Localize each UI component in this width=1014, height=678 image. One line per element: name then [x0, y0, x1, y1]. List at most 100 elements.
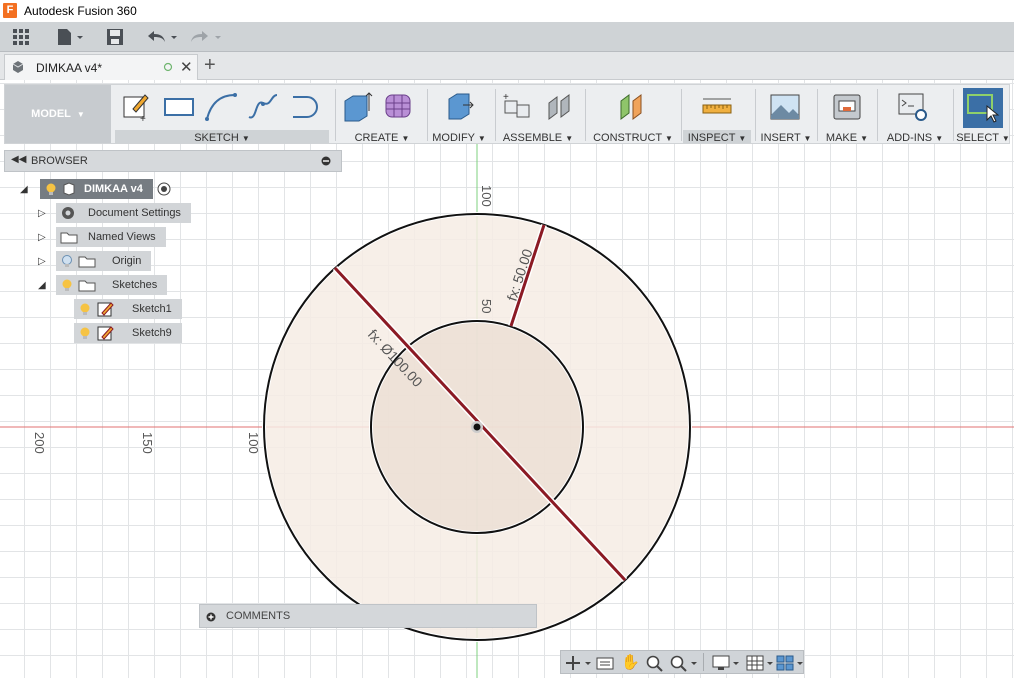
slot-icon[interactable] [289, 91, 321, 123]
window-title: Autodesk Fusion 360 [24, 4, 137, 18]
insert-image-icon[interactable] [769, 91, 801, 123]
lightbulb-icon[interactable] [78, 326, 94, 340]
ribbon-toolbar: MODEL ▼ + SKETCH ▼ CREATE ▼ MODIFY ▼ + A… [4, 84, 1010, 144]
chevron-down-icon: ▼ [860, 134, 869, 143]
form-icon[interactable] [383, 91, 415, 123]
sketch-group-label[interactable]: SKETCH [194, 132, 239, 144]
tree-item[interactable]: ▷ Document Settings [38, 203, 191, 223]
spline-icon[interactable] [247, 91, 279, 123]
sketch-icon [97, 326, 114, 341]
redo-icon[interactable] [188, 26, 224, 48]
press-pull-icon[interactable] [443, 91, 475, 123]
inspect-group-label[interactable]: INSPECT [688, 132, 735, 144]
lightbulb-icon[interactable] [78, 302, 94, 316]
file-menu-button[interactable] [54, 26, 86, 48]
tree-item-label: Named Views [78, 227, 166, 247]
expand-comments-icon[interactable] [206, 612, 216, 622]
expand-triangle-icon[interactable]: ◢ [38, 280, 52, 291]
workspace-switcher[interactable]: MODEL ▼ [5, 85, 111, 143]
new-tab-icon[interactable]: + [204, 54, 216, 77]
tree-item-label: Sketch1 [118, 299, 182, 319]
chevron-down-icon: ▼ [738, 134, 747, 143]
ruler-label-left: 200 [32, 432, 47, 454]
add-ins-group-label[interactable]: ADD-INS [887, 132, 932, 144]
modify-group: MODIFY ▼ [429, 85, 489, 144]
gear-icon [62, 207, 74, 219]
sketch-icon [97, 302, 114, 317]
display-settings-icon[interactable] [711, 654, 741, 672]
extrude-icon[interactable] [341, 91, 373, 123]
rectangle-icon[interactable] [163, 91, 195, 123]
svg-text:+: + [140, 114, 146, 123]
folder-icon [60, 232, 78, 244]
tree-item-label: Sketch9 [118, 323, 182, 343]
pan-hand-icon[interactable]: ✋ [621, 653, 640, 671]
ruler-label-top: 100 [479, 185, 494, 207]
measure-icon[interactable] [701, 91, 733, 123]
lightbulb-icon[interactable] [60, 278, 76, 292]
construct-group-label[interactable]: CONSTRUCT [593, 132, 662, 144]
expand-triangle-icon[interactable]: ▷ [38, 256, 52, 267]
line-icon[interactable] [205, 91, 237, 123]
tree-item[interactable]: ▷ Named Views [38, 227, 166, 247]
offset-plane-icon[interactable] [617, 91, 649, 123]
comments-panel[interactable]: COMMENTS [199, 604, 537, 628]
tree-item-sketch[interactable]: Sketch9 [74, 323, 182, 343]
zoom-window-icon[interactable] [669, 654, 699, 672]
lightbulb-icon[interactable] [44, 182, 58, 196]
tree-item[interactable]: ◢ Sketches [38, 275, 168, 295]
sketch-group: + SKETCH ▼ [115, 85, 329, 144]
new-component-icon[interactable]: + [501, 91, 533, 123]
component-icon [63, 182, 75, 196]
document-tab-bar: DIMKAA v4* ✕ + [0, 52, 1014, 80]
chevron-down-icon: ▼ [76, 109, 85, 119]
select-group-label[interactable]: SELECT [956, 132, 999, 144]
create-group-label[interactable]: CREATE [355, 132, 399, 144]
ruler-label-left: 150 [140, 432, 155, 454]
save-status-icon [163, 62, 173, 72]
make-group-label[interactable]: MAKE [826, 132, 857, 144]
select-button[interactable] [963, 88, 1003, 128]
chevron-down-icon: ▼ [565, 134, 574, 143]
chevron-down-icon: ▼ [1001, 134, 1010, 143]
chevron-down-icon: ▼ [935, 134, 944, 143]
assemble-group-label[interactable]: ASSEMBLE [503, 132, 562, 144]
create-sketch-icon[interactable]: + [121, 91, 153, 123]
chevron-down-icon: ▼ [803, 134, 812, 143]
expand-triangle-icon[interactable]: ◢ [20, 184, 34, 195]
folder-icon [78, 256, 96, 268]
insert-group-label[interactable]: INSERT [761, 132, 801, 144]
tree-root[interactable]: ◢ DIMKAA v4 [20, 179, 171, 199]
center-point [473, 423, 481, 431]
orbit-icon[interactable] [565, 654, 593, 672]
undo-icon[interactable] [144, 26, 180, 48]
chevron-down-icon: ▼ [401, 134, 410, 143]
modify-group-label[interactable]: MODIFY [432, 132, 475, 144]
assemble-group: + ASSEMBLE ▼ [497, 85, 579, 144]
close-tab-icon[interactable]: ✕ [180, 58, 193, 76]
component-icon [12, 61, 24, 73]
tree-item-sketch[interactable]: Sketch1 [74, 299, 182, 319]
data-panel-grid-icon[interactable] [8, 26, 34, 48]
make-group: MAKE ▼ [819, 85, 875, 144]
look-at-icon[interactable] [595, 654, 615, 672]
3d-print-icon[interactable] [831, 91, 863, 123]
document-tab-label: DIMKAA v4* [36, 61, 103, 75]
collapse-panel-icon[interactable]: ◀◀ [11, 154, 26, 165]
save-icon[interactable] [104, 26, 126, 48]
activate-radio-icon[interactable] [157, 182, 171, 196]
expand-triangle-icon[interactable]: ▷ [38, 208, 52, 219]
folder-icon [78, 280, 96, 292]
viewports-icon[interactable] [775, 654, 805, 672]
minimize-panel-icon[interactable] [321, 156, 331, 166]
document-tab[interactable]: DIMKAA v4* ✕ [4, 54, 198, 80]
expand-triangle-icon[interactable]: ▷ [38, 232, 52, 243]
scripts-addins-icon[interactable] [897, 91, 929, 123]
fusion-logo-icon: F [3, 3, 17, 18]
zoom-icon[interactable] [645, 654, 665, 672]
inspect-group: INSPECT ▼ [683, 85, 751, 144]
grid-settings-icon[interactable] [745, 654, 775, 672]
tree-item[interactable]: ▷ Origin [38, 251, 152, 271]
joint-icon[interactable] [543, 91, 575, 123]
lightbulb-off-icon[interactable] [60, 254, 76, 268]
